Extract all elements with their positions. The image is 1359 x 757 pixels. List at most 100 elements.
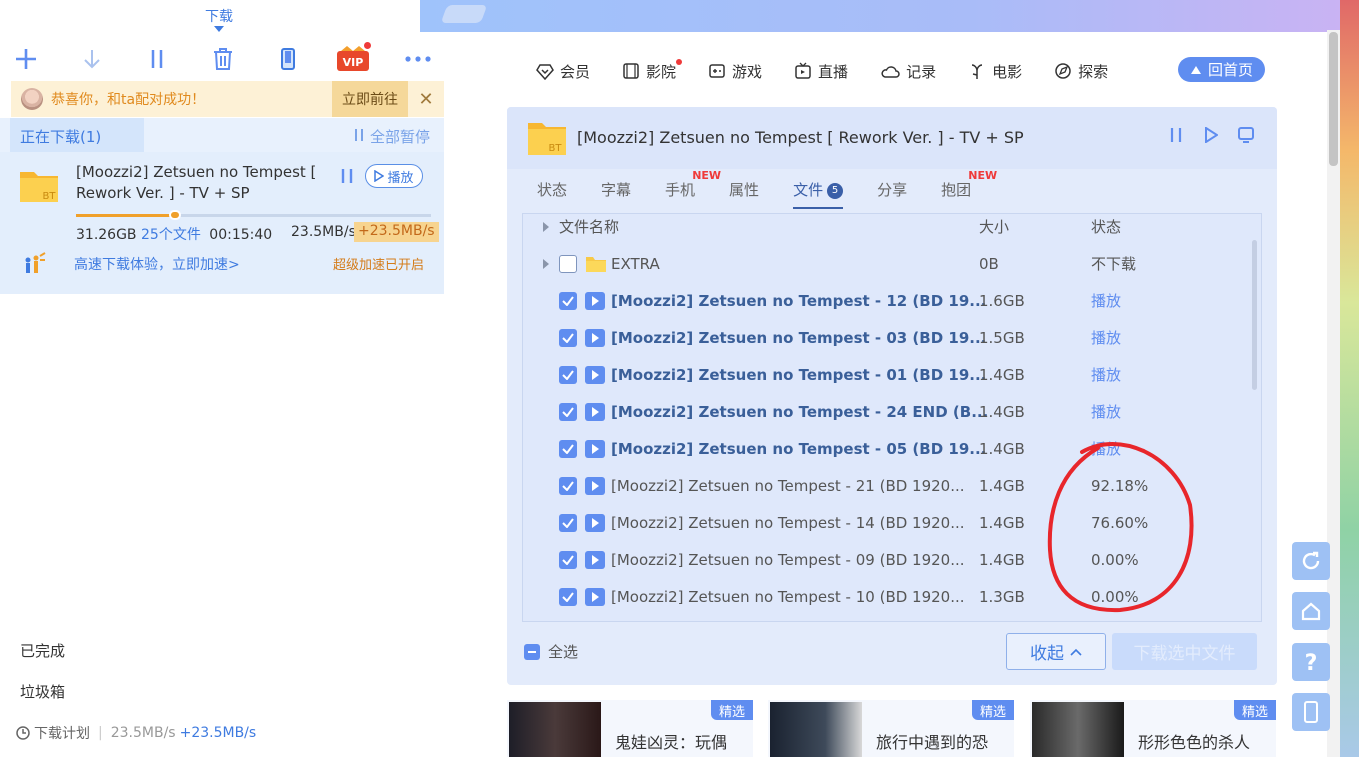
file-row[interactable]: [Moozzi2] Zetsuen no Tempest - 12 (BD 19… xyxy=(523,282,1261,319)
expand-folder-icon[interactable] xyxy=(543,245,549,282)
file-checkbox[interactable] xyxy=(559,467,577,504)
plan-boost-speed: +23.5MB/s xyxy=(179,725,257,741)
nav-item-movies[interactable]: 电影 xyxy=(968,61,1022,82)
svg-text:?: ? xyxy=(1305,651,1318,673)
download-plan-button[interactable]: 下载计划 xyxy=(34,723,90,743)
column-name[interactable]: 文件名称 xyxy=(559,214,619,245)
go-now-button[interactable]: 立即前往 xyxy=(332,81,408,117)
clock-icon xyxy=(16,726,30,740)
mobile-side-button[interactable] xyxy=(1292,693,1330,731)
file-row[interactable]: [Moozzi2] Zetsuen no Tempest - 01 (BD 19… xyxy=(523,356,1261,393)
nav-item-games[interactable]: 游戏 xyxy=(708,61,762,82)
tab-status[interactable]: 状态 xyxy=(537,179,567,209)
download-tab[interactable]: 下载 xyxy=(0,0,444,32)
column-status[interactable]: 状态 xyxy=(1091,214,1121,245)
expand-all-icon[interactable] xyxy=(543,214,549,245)
detail-tabs: 状态 字幕 手机 NEW 属性 文件 5 分享 抱团 NEW xyxy=(537,169,1005,209)
pause-all-button[interactable]: 全部暂停 xyxy=(353,126,430,147)
delete-button[interactable] xyxy=(203,40,243,78)
task-files-link[interactable]: 25个文件 xyxy=(141,227,201,243)
refresh-side-button[interactable] xyxy=(1292,542,1330,580)
close-icon[interactable]: ✕ xyxy=(408,81,444,117)
play-icon[interactable] xyxy=(1204,127,1218,143)
tab-share[interactable]: 分享 xyxy=(877,179,907,209)
file-play-link[interactable]: 播放 xyxy=(1091,430,1121,467)
scrollbar-thumb[interactable] xyxy=(1329,32,1338,166)
back-home-button[interactable]: 回首页 xyxy=(1178,57,1265,82)
collapse-button[interactable]: 收起 xyxy=(1006,633,1106,670)
file-checkbox[interactable] xyxy=(559,578,577,615)
vip-button[interactable]: VIP xyxy=(333,40,373,78)
recommendation-card[interactable]: 精选 鬼娃凶灵：玩偶 xyxy=(507,700,753,757)
file-row[interactable]: [Moozzi2] Zetsuen no Tempest - 03 (BD 19… xyxy=(523,319,1261,356)
trash-category[interactable]: 垃圾箱 xyxy=(20,681,65,702)
file-row[interactable]: [Moozzi2] Zetsuen no Tempest - 21 (BD 19… xyxy=(523,467,1261,504)
video-file-icon xyxy=(585,356,605,393)
download-task-item[interactable]: BT [Moozzi2] Zetsuen no Tempest [ Rework… xyxy=(0,152,444,294)
tab-properties[interactable]: 属性 xyxy=(729,179,759,209)
recommendation-card[interactable]: 精选 形形色色的杀人 xyxy=(1030,700,1276,757)
file-row[interactable]: [Moozzi2] Zetsuen no Tempest - 14 (BD 19… xyxy=(523,504,1261,541)
help-side-button[interactable]: ? xyxy=(1292,643,1330,681)
file-checkbox[interactable] xyxy=(559,356,577,393)
file-checkbox[interactable] xyxy=(559,430,577,467)
monitor-icon[interactable] xyxy=(1238,127,1254,143)
select-all-checkbox[interactable]: 全选 xyxy=(524,641,578,662)
download-selected-button[interactable]: 下载选中文件 xyxy=(1112,633,1257,670)
recommendation-title: 鬼娃凶灵：玩偶 xyxy=(615,733,728,752)
start-button[interactable] xyxy=(72,40,112,78)
desktop-background xyxy=(1340,0,1359,757)
file-play-link[interactable]: 播放 xyxy=(1091,319,1121,356)
nav-item-vip[interactable]: 会员 xyxy=(536,61,590,82)
speedup-link[interactable]: 高速下载体验，立即加速> xyxy=(74,254,240,274)
file-play-link[interactable]: 播放 xyxy=(1091,282,1121,319)
file-checkbox[interactable] xyxy=(559,393,577,430)
add-task-button[interactable] xyxy=(6,40,46,78)
download-plan-bar: 下载计划 | 23.5MB/s +23.5MB/s xyxy=(16,723,256,743)
completed-category[interactable]: 已完成 xyxy=(20,640,65,661)
task-play-button[interactable]: 播放 xyxy=(365,164,423,188)
home-label: 回首页 xyxy=(1207,61,1253,79)
task-time: 00:15:40 xyxy=(209,227,273,243)
tab-files[interactable]: 文件 5 xyxy=(793,179,844,209)
pause-button[interactable] xyxy=(137,40,177,78)
recommendation-card[interactable]: 精选 旅行中遇到的恐 xyxy=(768,700,1014,757)
file-checkbox[interactable] xyxy=(559,504,577,541)
phone-button[interactable] xyxy=(268,40,308,78)
nav-item-explore[interactable]: 探索 xyxy=(1054,61,1108,82)
nav-item-cinema[interactable]: 影院 xyxy=(622,58,683,82)
file-play-link[interactable]: 播放 xyxy=(1091,393,1121,430)
pause-icon[interactable] xyxy=(1169,127,1183,143)
file-row[interactable]: [Moozzi2] Zetsuen no Tempest - 24 END (B… xyxy=(523,393,1261,430)
browser-tab[interactable] xyxy=(440,5,488,23)
file-play-link[interactable]: 播放 xyxy=(1091,356,1121,393)
nav-item-history[interactable]: 记录 xyxy=(880,61,936,82)
nav-item-live[interactable]: 直播 xyxy=(794,61,848,82)
nav-item-label: 游戏 xyxy=(732,62,763,81)
bt-folder-icon: BT xyxy=(528,123,566,155)
downloading-tab[interactable]: 正在下载(1) xyxy=(10,118,144,152)
download-arrow-icon xyxy=(84,50,100,69)
file-status: 0.00% xyxy=(1091,587,1139,606)
card-header: BT [Moozzi2] Zetsuen no Tempest [ Rework… xyxy=(507,107,1277,169)
video-file-icon xyxy=(585,467,605,504)
file-checkbox[interactable] xyxy=(559,319,577,356)
file-row[interactable]: [Moozzi2] Zetsuen no Tempest - 09 (BD 19… xyxy=(523,541,1261,578)
file-list-scrollbar[interactable] xyxy=(1252,240,1257,390)
downloading-header: 正在下载(1) 全部暂停 xyxy=(0,118,444,152)
tab-group[interactable]: 抱团 NEW xyxy=(941,169,997,209)
file-checkbox[interactable] xyxy=(559,245,577,282)
recommendation-title: 形形色色的杀人 xyxy=(1138,733,1251,752)
task-size: 31.26GB xyxy=(76,227,137,243)
task-pause-icon[interactable] xyxy=(340,168,354,184)
home-side-button[interactable] xyxy=(1292,592,1330,630)
file-checkbox[interactable] xyxy=(559,282,577,319)
column-size[interactable]: 大小 xyxy=(979,214,1009,245)
folder-row[interactable]: EXTRA 0B 不下载 xyxy=(523,245,1261,282)
more-button[interactable] xyxy=(398,40,438,78)
tab-mobile[interactable]: 手机 NEW xyxy=(665,169,721,209)
file-row[interactable]: [Moozzi2] Zetsuen no Tempest - 05 (BD 19… xyxy=(523,430,1261,467)
file-checkbox[interactable] xyxy=(559,541,577,578)
file-row[interactable]: [Moozzi2] Zetsuen no Tempest - 10 (BD 19… xyxy=(523,578,1261,615)
tab-subtitles[interactable]: 字幕 xyxy=(601,179,631,209)
